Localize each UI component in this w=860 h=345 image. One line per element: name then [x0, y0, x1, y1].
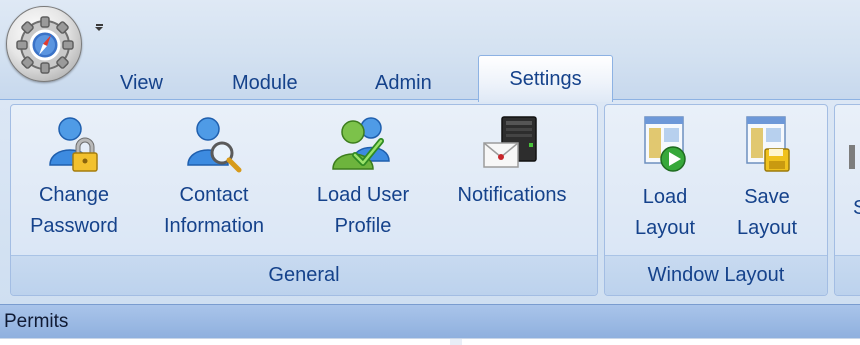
button-label-line2: Information	[163, 215, 265, 237]
partial-icon	[849, 145, 855, 169]
button-label-line1: Contact	[179, 184, 249, 206]
partial-button-label[interactable]: S	[853, 197, 860, 220]
window-save-icon	[746, 116, 790, 172]
panel-body	[0, 338, 860, 345]
button-label: Notifications	[457, 184, 567, 206]
dropdown-arrow-icon	[95, 24, 103, 26]
group-label-general: General	[11, 255, 597, 295]
contact-information-button[interactable]: Contact Information	[149, 115, 279, 243]
chevron-down-icon	[95, 27, 103, 31]
button-label-line2: Profile	[334, 215, 392, 237]
tab-settings[interactable]: Settings	[478, 55, 613, 102]
panel-title: Permits	[4, 311, 69, 332]
splitter[interactable]	[450, 339, 462, 345]
ribbon-tab-strip: View Module Admin	[0, 56, 860, 100]
button-label-line1: Save	[744, 186, 790, 208]
button-label-line1: Load	[642, 186, 688, 208]
group-general: Change Password Contact Information Load…	[10, 104, 598, 296]
panel-header: Permits	[0, 304, 860, 338]
group-partial: S	[834, 104, 860, 296]
button-label-line2: Password	[30, 215, 118, 237]
button-label-line2: Layout	[736, 217, 798, 239]
users-check-icon	[332, 117, 390, 170]
ribbon-panel: Change Password Contact Information Load…	[0, 100, 860, 304]
load-layout-button[interactable]: Load Layout	[615, 115, 715, 245]
tab-module[interactable]: Module	[232, 72, 298, 100]
user-search-icon	[187, 117, 242, 173]
application-menu-button[interactable]	[6, 6, 82, 82]
group-label-window-layout: Window Layout	[605, 255, 827, 295]
customize-quick-access-button[interactable]	[92, 20, 106, 38]
button-label-line1: Load User	[316, 184, 410, 206]
button-label-line1: Change	[38, 184, 110, 206]
load-user-profile-button[interactable]: Load User Profile	[303, 115, 423, 243]
window-play-icon	[644, 116, 686, 172]
change-password-button[interactable]: Change Password	[19, 115, 129, 243]
save-layout-button[interactable]: Save Layout	[717, 115, 817, 245]
group-window-layout: Load Layout Save Layout Window Layout	[604, 104, 828, 296]
title-bar	[0, 0, 860, 56]
group-label-partial	[835, 255, 860, 295]
gear-compass-orb-icon	[16, 16, 74, 74]
envelope-server-icon	[483, 116, 537, 168]
button-label-line2: Layout	[634, 217, 696, 239]
notifications-button[interactable]: Notifications	[437, 115, 587, 212]
user-lock-icon	[49, 117, 98, 172]
tab-admin[interactable]: Admin	[375, 72, 432, 100]
tab-view[interactable]: View	[120, 72, 163, 100]
